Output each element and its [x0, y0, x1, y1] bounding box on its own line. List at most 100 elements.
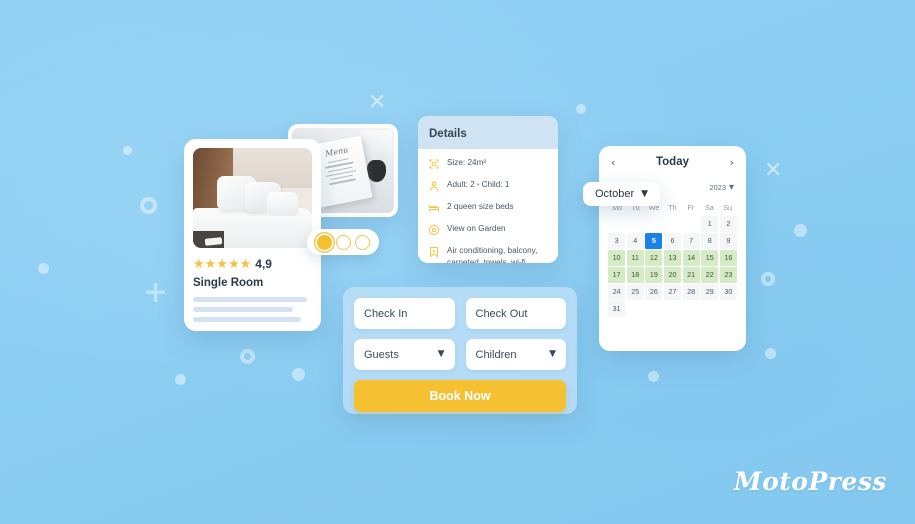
book-now-button[interactable]: Book Now	[354, 380, 566, 412]
details-panel: Details Size: 24m² Adult: 2 • Child: 1 2…	[418, 116, 558, 263]
calendar-today-label[interactable]: Today	[656, 156, 689, 168]
calendar-day-19[interactable]: 19	[645, 267, 663, 283]
description-placeholder	[193, 297, 312, 322]
detail-row-size: Size: 24m²	[428, 157, 548, 170]
calendar-day-20[interactable]: 20	[663, 267, 682, 283]
bookmark-star-icon	[428, 246, 440, 258]
month-select-popover[interactable]: October ▼	[583, 182, 661, 206]
prev-month-icon[interactable]: ‹	[611, 157, 615, 168]
calendar-day-blank	[683, 216, 700, 232]
calendar-day-21[interactable]: 21	[682, 267, 700, 283]
carousel-dot-2[interactable]	[335, 234, 351, 250]
calendar-day-8[interactable]: 8	[701, 233, 719, 249]
chevron-down-icon: ▼	[437, 349, 445, 359]
next-month-icon[interactable]: ›	[730, 157, 734, 168]
bed-icon	[428, 202, 440, 214]
weekday-th: Th	[668, 203, 677, 212]
calendar-day-26[interactable]: 26	[645, 284, 663, 300]
details-panel-header: Details	[418, 116, 558, 149]
calendar-days-grid[interactable]: 1 2 3 4 5 6 7 8 9 10 11 12 13 14 15 16 17 18 19 20 21 22 23 24 2…	[608, 216, 737, 317]
decor-ring-icon	[140, 197, 157, 214]
calendar-day-14[interactable]: 14	[682, 250, 700, 266]
calendar-day-27[interactable]: 27	[663, 284, 682, 300]
calendar-day-3[interactable]: 3	[608, 233, 626, 249]
calendar-day-9[interactable]: 9	[719, 233, 737, 249]
detail-text-occupancy: Adult: 2 • Child: 1	[447, 179, 509, 191]
check-out-input[interactable]: Check Out	[465, 298, 566, 329]
month-value: October	[595, 188, 635, 200]
eye-icon	[428, 224, 440, 236]
calendar-header: ‹ Today ›	[608, 155, 737, 168]
detail-children: Child: 1	[481, 180, 510, 189]
carousel-dot-1[interactable]	[316, 234, 332, 250]
check-in-input[interactable]: Check In	[354, 298, 455, 329]
calendar-day-13[interactable]: 13	[663, 250, 682, 266]
calendar-day-31[interactable]: 31	[608, 301, 626, 317]
star-rating-icon: ★★★★★	[193, 256, 252, 272]
person-icon	[428, 180, 440, 192]
booking-form-dates-row: Check In Check Out	[354, 298, 566, 329]
bedroom-photo-icon[interactable]	[193, 148, 312, 248]
detail-adults: Adult: 2	[447, 180, 475, 189]
year-select[interactable]: 2023 ▼	[709, 183, 734, 192]
children-label: Children	[475, 348, 517, 361]
rating-value: 4,9	[255, 257, 272, 271]
gallery-carousel-dots[interactable]	[307, 229, 379, 255]
detail-text-beds: 2 queen size beds	[447, 202, 514, 211]
calendar-day-29[interactable]: 29	[701, 284, 719, 300]
calendar-day-1[interactable]: 1	[701, 216, 719, 232]
availability-calendar: ‹ Today › 2023 ▼ Mo Tu We Th Fr Sa Su 12…	[599, 146, 746, 351]
calendar-day-24[interactable]: 24	[608, 284, 626, 300]
detail-row-amenities: Air conditioning, balcony, carpeted, tow…	[428, 245, 548, 263]
check-in-label: Check In	[364, 307, 408, 320]
guests-select[interactable]: Guests ▼	[354, 339, 455, 370]
children-select[interactable]: Children ▼	[465, 339, 566, 370]
detail-text-view: View on Garden	[447, 224, 506, 233]
calendar-day-11[interactable]: 11	[626, 250, 644, 266]
calendar-day-25[interactable]: 25	[626, 284, 644, 300]
calendar-day-23[interactable]: 23	[719, 267, 737, 283]
calendar-day-6[interactable]: 6	[663, 233, 682, 249]
room-title: Single Room	[193, 277, 264, 289]
decor-cross-icon: ✕	[368, 90, 387, 115]
motopress-logo: MotoPress	[733, 467, 887, 496]
detail-text-amenities: Air conditioning, balcony, carpeted, tow…	[447, 246, 538, 263]
size-expand-icon	[428, 158, 440, 170]
calendar-day-28[interactable]: 28	[682, 284, 700, 300]
room-card[interactable]: ★★★★★ 4,9 Single Room	[184, 139, 321, 331]
decor-dot-icon	[765, 348, 776, 359]
calendar-day-18[interactable]: 18	[626, 267, 644, 283]
decor-plus-icon: +	[143, 275, 169, 310]
calendar-day-17[interactable]: 17	[608, 267, 626, 283]
weekday-fr: Fr	[687, 203, 695, 212]
calendar-day-30[interactable]: 30	[719, 284, 737, 300]
decor-cross-icon: ✕	[764, 158, 783, 183]
calendar-day-7[interactable]: 7	[682, 233, 700, 249]
illustration-canvas: + ✕ ✕ Menu ★★★★★ 4,9 Single Room Details…	[0, 0, 915, 524]
rating-row: ★★★★★ 4,9	[193, 257, 312, 271]
calendar-day-blank	[627, 216, 644, 232]
calendar-day-2[interactable]: 2	[719, 216, 737, 232]
calendar-day-4[interactable]: 4	[626, 233, 644, 249]
weekday-sa: Sa	[704, 203, 714, 212]
year-value: 2023	[709, 182, 726, 192]
calendar-day-10[interactable]: 10	[608, 250, 626, 266]
calendar-day-12[interactable]: 12	[645, 250, 663, 266]
decor-dot-icon	[38, 263, 49, 274]
booking-form: Check In Check Out Guests ▼ Children ▼ B…	[343, 287, 577, 414]
guests-label: Guests	[364, 348, 399, 361]
calendar-day-16[interactable]: 16	[719, 250, 737, 266]
details-panel-title: Details	[429, 128, 467, 140]
decor-dot-icon	[648, 371, 659, 382]
booking-form-guests-row: Guests ▼ Children ▼	[354, 339, 566, 370]
chevron-down-icon: ▼	[549, 349, 556, 359]
detail-text-size: Size: 24m²	[447, 158, 487, 167]
decor-ring-icon	[240, 349, 255, 364]
detail-row-view: View on Garden	[428, 223, 548, 236]
carousel-dot-3[interactable]	[354, 234, 370, 250]
calendar-day-15[interactable]: 15	[701, 250, 719, 266]
weekday-su: Su	[723, 203, 733, 212]
chevron-down-icon: ▼	[729, 183, 734, 191]
calendar-day-22[interactable]: 22	[701, 267, 719, 283]
calendar-day-5[interactable]: 5	[645, 233, 663, 249]
